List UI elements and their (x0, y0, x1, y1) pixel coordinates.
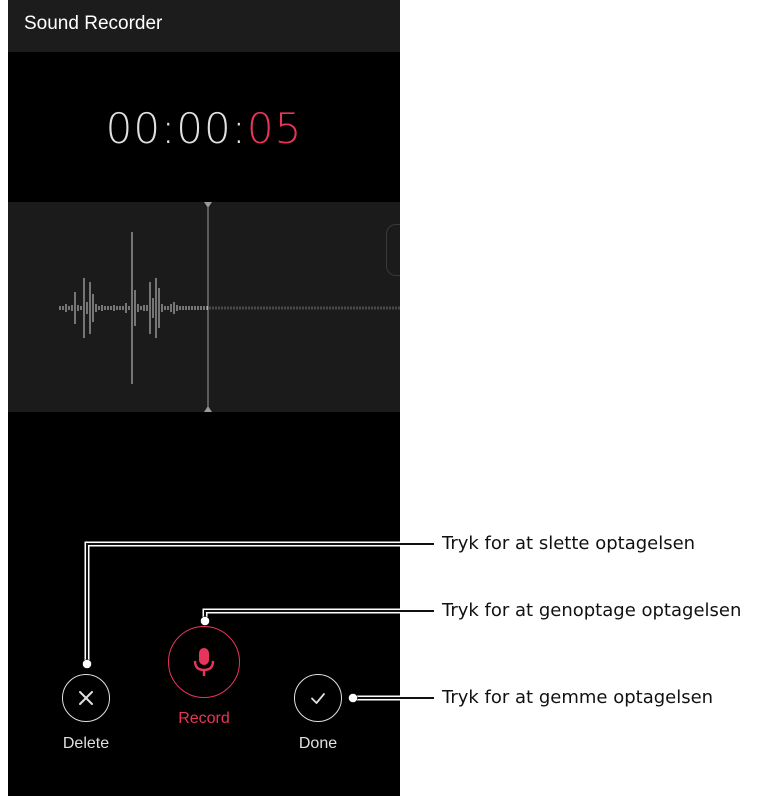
callout-lines (82, 541, 434, 703)
annotation-done: Tryk for at gemme optagelsen (442, 687, 714, 708)
annotation-delete: Tryk for at slette optagelsen (442, 533, 696, 554)
annotation-record: Tryk for at genoptage optagelsen (442, 600, 742, 621)
